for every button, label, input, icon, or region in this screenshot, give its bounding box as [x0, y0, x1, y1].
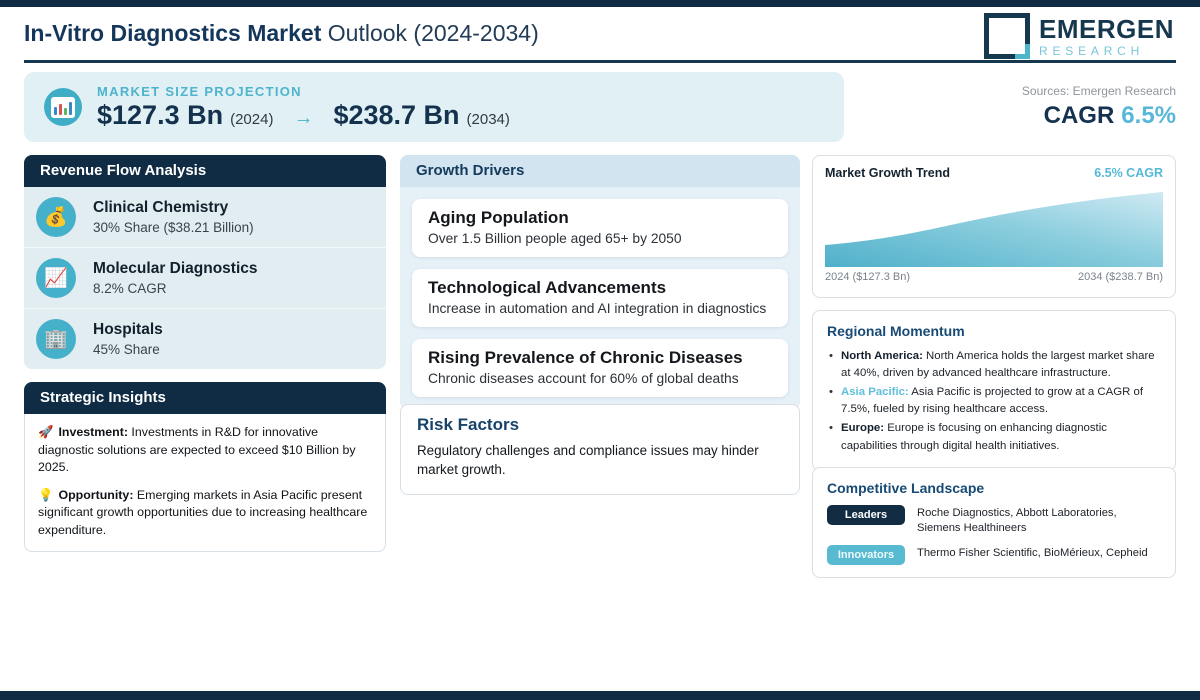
chart-increasing-icon: 📈 [36, 258, 76, 298]
cagr-value: 6.5% [1121, 102, 1176, 129]
driver-title: Aging Population [428, 208, 569, 227]
growth-drivers-title: Growth Drivers [400, 155, 800, 187]
market-size-label: MARKET SIZE PROJECTION [97, 84, 302, 99]
insight-lead: Opportunity: [58, 487, 134, 502]
money-bag-icon: 💰 [36, 197, 76, 237]
strategic-insights-card: Strategic Insights 🚀 Investment: Investme… [24, 382, 386, 552]
logo-wordmark: EMERGEN [1039, 13, 1174, 44]
page-title-rest: Outlook (2024-2034) [321, 20, 539, 46]
risk-factors-text: Regulatory challenges and compliance iss… [417, 443, 759, 478]
trend-title: Market Growth Trend [825, 166, 951, 180]
region-lead: North America: [841, 350, 923, 362]
sources-text: Sources: Emergen Research [1021, 84, 1176, 98]
innovators-row: Innovators Thermo Fisher Scientific, Bio… [827, 545, 1161, 566]
region-lead: Asia Pacific: [841, 386, 909, 399]
value-2034: $238.7 Bn [333, 100, 460, 130]
year-2024: (2024) [230, 111, 274, 128]
driver-desc: Increase in automation and AI integratio… [428, 301, 767, 316]
bottom-accent-bar [0, 691, 1200, 700]
insight-investment: 🚀 Investment: Investments in R&D for inno… [38, 424, 372, 477]
region-bullet-europe: Europe: Europe is focusing on enhancing … [827, 420, 1161, 454]
growth-drivers-section: Growth Drivers Aging Population Over 1.5… [400, 155, 800, 410]
trend-end-label: 2034 ($238.7 Bn) [1077, 271, 1163, 283]
risk-factors-title: Risk Factors [417, 415, 520, 434]
item-title: Clinical Chemistry [93, 199, 229, 216]
header-divider [24, 60, 1176, 63]
regional-momentum-title: Regional Momentum [827, 323, 965, 339]
competitive-landscape-title: Competitive Landscape [827, 480, 985, 496]
strategic-insights-title: Strategic Insights [24, 382, 386, 414]
driver-desc: Over 1.5 Billion people aged 65+ by 2050 [428, 231, 682, 246]
growth-driver-card: Aging Population Over 1.5 Billion people… [412, 199, 788, 257]
driver-desc: Chronic diseases account for 60% of glob… [428, 371, 739, 386]
hospital-building-icon: 🏢 [36, 319, 76, 359]
page-title-bold: In-Vitro Diagnostics Market [24, 20, 322, 46]
page-title: In-Vitro Diagnostics Market Outlook (202… [24, 20, 539, 47]
leaders-companies: Roche Diagnostics, Abbott Laboratories, … [917, 507, 1117, 535]
rocket-icon: 🚀 [38, 425, 54, 439]
item-title: Molecular Diagnostics [93, 260, 258, 277]
list-item: 📈 Molecular Diagnostics 8.2% CAGR [24, 247, 386, 308]
leaders-row: Leaders Roche Diagnostics, Abbott Labora… [827, 505, 1161, 536]
logo-corner-accent [1015, 44, 1031, 59]
item-title: Hospitals [93, 321, 163, 338]
cagr-label: CAGR [1043, 102, 1115, 129]
innovators-companies: Thermo Fisher Scientific, BioMérieux, Ce… [917, 547, 1148, 560]
lightbulb-icon: 💡 [38, 487, 54, 502]
brand-logo: EMERGEN RESEARCH [984, 13, 1174, 59]
driver-title: Rising Prevalence of Chronic Diseases [428, 348, 743, 367]
driver-title: Technological Advancements [428, 278, 667, 297]
arrow-right-icon: → [293, 107, 314, 129]
top-accent-bar [0, 0, 1200, 7]
insight-lead: Investment: [58, 425, 128, 439]
revenue-flow-card: Revenue Flow Analysis 💰 Clinical Chemist… [24, 155, 386, 369]
market-size-banner: MARKET SIZE PROJECTION $127.3 Bn (2024) … [24, 72, 844, 142]
logo-square-icon [984, 13, 1031, 59]
region-lead: Europe: [841, 422, 885, 435]
innovators-badge: Innovators [827, 545, 905, 566]
item-subtitle: 45% Share [93, 342, 160, 357]
bar-chart-icon [44, 88, 82, 126]
trend-cagr-badge: 6.5% CAGR [1094, 166, 1163, 180]
market-size-values: $127.3 Bn (2024) → $238.7 Bn (2034) [97, 101, 510, 130]
competitive-landscape-card: Competitive Landscape Leaders Roche Diag… [812, 467, 1176, 579]
regional-momentum-card: Regional Momentum North America: North A… [812, 310, 1176, 471]
region-bullet-north-america: North America: North America holds the l… [827, 348, 1161, 382]
growth-area-chart [825, 192, 1163, 267]
item-subtitle: 30% Share ($38.21 Billion) [93, 220, 254, 235]
growth-driver-card: Technological Advancements Increase in a… [412, 269, 788, 327]
region-bullet-asia-pacific: Asia Pacific: Asia Pacific is projected … [827, 384, 1161, 418]
market-trend-card: Market Growth Trend 6.5% CAGR 2024 ($127… [812, 155, 1176, 298]
cagr-line: CAGR 6.5% [1022, 102, 1176, 130]
list-item: 🏢 Hospitals 45% Share [24, 308, 386, 369]
risk-factors-card: Risk Factors Regulatory challenges and c… [400, 404, 800, 495]
logo-subtext: RESEARCH [1039, 43, 1145, 58]
leaders-badge: Leaders [827, 505, 905, 525]
sources-block: Sources: Emergen Research CAGR 6.5% [1022, 84, 1176, 130]
revenue-flow-title: Revenue Flow Analysis [24, 155, 386, 187]
value-2024: $127.3 Bn [97, 100, 224, 130]
growth-driver-card: Rising Prevalence of Chronic Diseases Ch… [412, 339, 788, 397]
item-subtitle: 8.2% CAGR [93, 281, 167, 296]
insight-opportunity: 💡 Opportunity: Emerging markets in Asia P… [38, 487, 372, 540]
list-item: 💰 Clinical Chemistry 30% Share ($38.21 B… [24, 187, 386, 247]
trend-start-label: 2024 ($127.3 Bn) [825, 271, 911, 283]
year-2034: (2034) [466, 111, 510, 128]
